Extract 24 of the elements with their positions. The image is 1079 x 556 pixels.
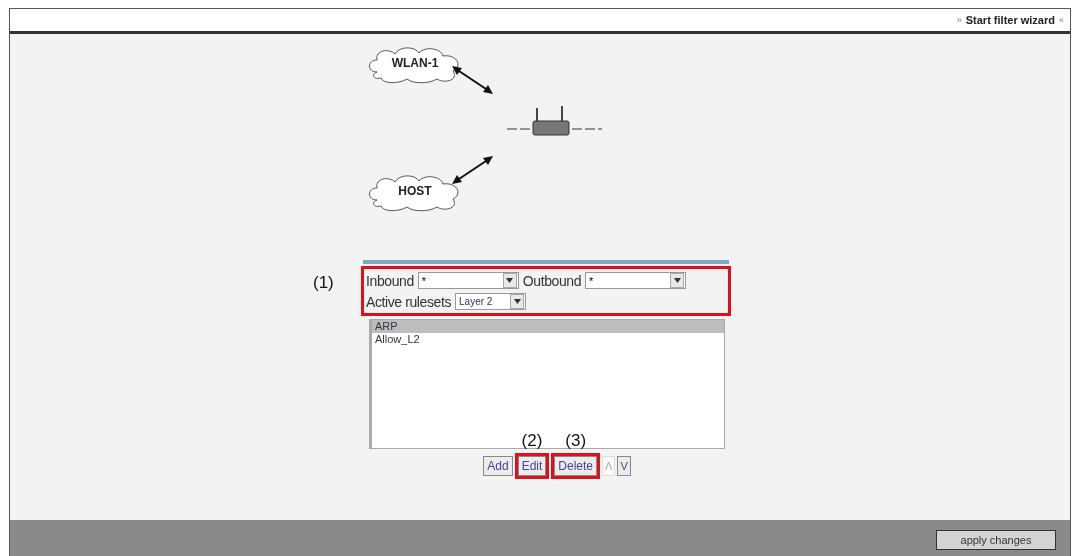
wizard-link[interactable]: Start filter wizard xyxy=(965,14,1055,26)
dropdown-icon xyxy=(510,294,525,309)
apply-button[interactable]: apply changes xyxy=(936,530,1056,550)
callout-label: (2) xyxy=(521,431,543,451)
dropdown-icon xyxy=(670,273,685,288)
action-button[interactable]: Edit xyxy=(517,456,547,476)
outbound-select[interactable]: * xyxy=(585,272,687,289)
action-button[interactable]: Add xyxy=(483,456,513,476)
double-arrow-icon xyxy=(450,64,495,96)
double-arrow-icon xyxy=(450,154,495,186)
chevron-mark: « xyxy=(1059,15,1064,25)
dropdown-icon xyxy=(502,273,517,288)
callout-label: (3) xyxy=(565,431,587,451)
rulesets-label: Active rulesets xyxy=(366,293,452,310)
rule-item[interactable]: Allow_L2 xyxy=(372,333,724,346)
chevron-mark: » xyxy=(956,15,962,25)
action-button[interactable]: V xyxy=(617,456,631,476)
inbound-select[interactable]: * xyxy=(417,272,519,289)
action-button[interactable]: Delete xyxy=(554,456,597,476)
outbound-label: Outbound xyxy=(522,272,582,289)
inbound-label: Inbound xyxy=(366,272,414,289)
callout-label: (1) xyxy=(313,273,334,293)
rulesets-select[interactable]: Layer 2 xyxy=(455,293,527,310)
rule-item[interactable]: ARP xyxy=(372,320,724,333)
